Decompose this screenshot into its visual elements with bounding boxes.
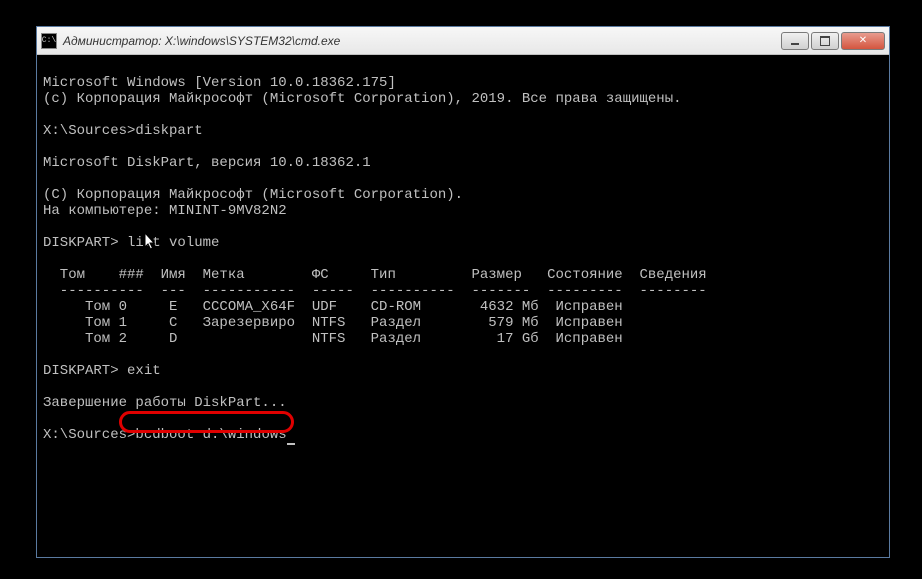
- minimize-button[interactable]: [781, 32, 809, 50]
- screenshot-frame: C:\ Администратор: X:\windows\SYSTEM32\c…: [0, 0, 922, 579]
- titlebar[interactable]: C:\ Администратор: X:\windows\SYSTEM32\c…: [37, 27, 889, 55]
- terminal-line: Microsoft Windows [Version 10.0.18362.17…: [43, 75, 396, 91]
- table-row: Том 0 E CCCOMA_X64F UDF CD-ROM 4632 Мб И…: [43, 299, 623, 315]
- table-header: Том ### Имя Метка ФС Тип Размер Состояни…: [43, 267, 707, 283]
- terminal-line: Microsoft DiskPart, версия 10.0.18362.1: [43, 155, 371, 171]
- terminal-prompt-line: DISKPART> exit: [43, 363, 161, 379]
- terminal-prompt-line: DISKPART> list volume: [43, 235, 219, 251]
- table-divider: ---------- --- ----------- ----- -------…: [43, 283, 707, 299]
- terminal-line: (c) Корпорация Майкрософт (Microsoft Cor…: [43, 91, 682, 107]
- table-row: Том 2 D NTFS Раздел 17 Gб Исправен: [43, 331, 623, 347]
- terminal-active-line: X:\Sources>bcdboot d:\windows: [43, 427, 295, 443]
- terminal-command: bcdboot d:\windows: [135, 427, 286, 443]
- text-cursor-icon: [287, 443, 295, 445]
- table-row: Том 1 C Зарезервиро NTFS Раздел 579 Мб И…: [43, 315, 623, 331]
- window-controls: ✕: [781, 32, 885, 50]
- terminal-prompt: X:\Sources>: [43, 427, 135, 443]
- terminal-line: Завершение работы DiskPart...: [43, 395, 287, 411]
- cmd-icon: C:\: [41, 33, 57, 49]
- cmd-window: C:\ Администратор: X:\windows\SYSTEM32\c…: [36, 26, 890, 558]
- terminal-prompt-line: X:\Sources>diskpart: [43, 123, 203, 139]
- terminal-area[interactable]: Microsoft Windows [Version 10.0.18362.17…: [37, 55, 889, 557]
- close-button[interactable]: ✕: [841, 32, 885, 50]
- terminal-line: На компьютере: MININT-9MV82N2: [43, 203, 287, 219]
- terminal-line: (C) Корпорация Майкрософт (Microsoft Cor…: [43, 187, 463, 203]
- titlebar-text: Администратор: X:\windows\SYSTEM32\cmd.e…: [63, 34, 781, 48]
- maximize-button[interactable]: [811, 32, 839, 50]
